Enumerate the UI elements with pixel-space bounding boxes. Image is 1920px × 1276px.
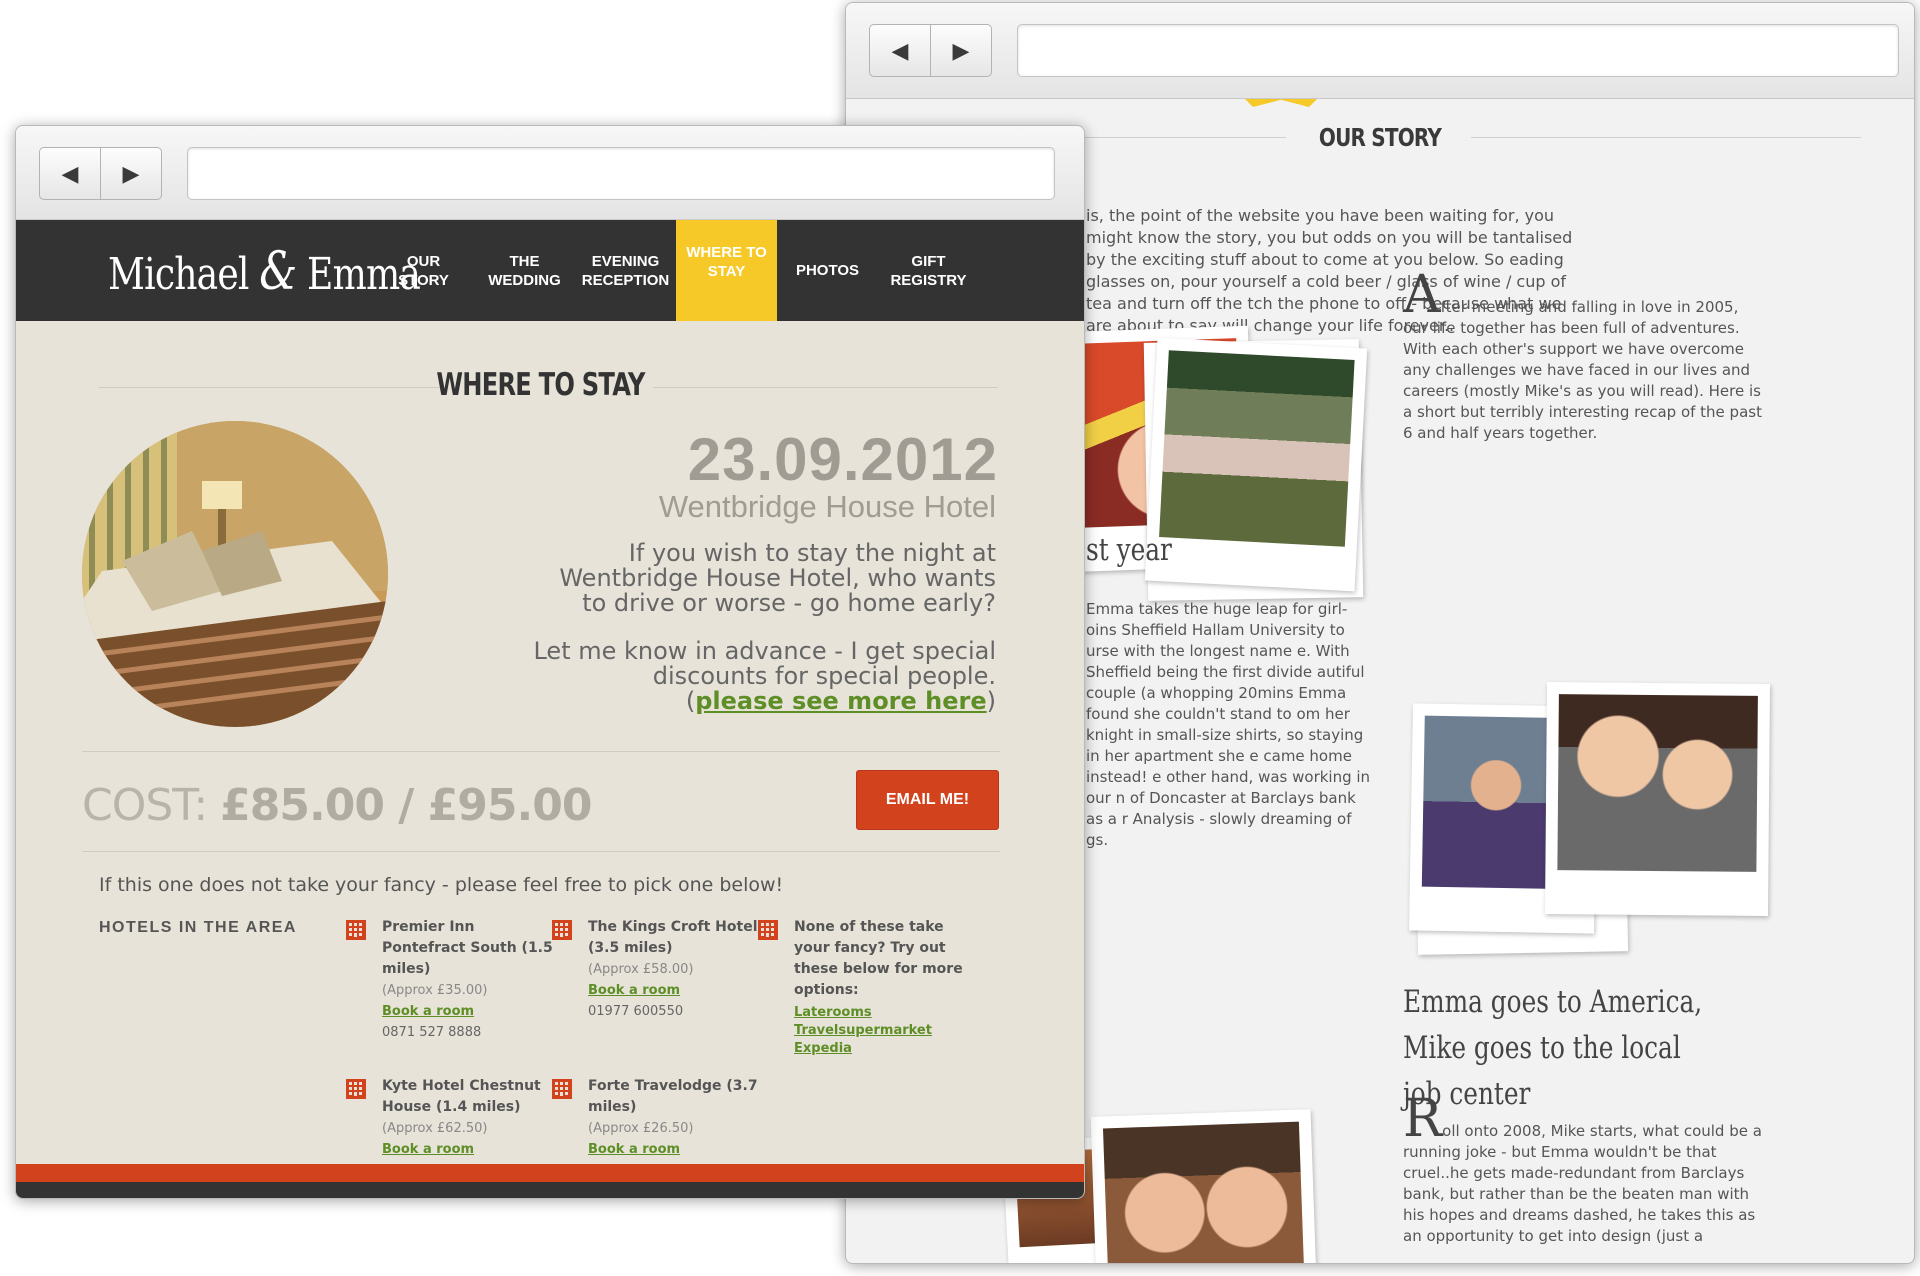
photo-image (1102, 1121, 1304, 1263)
browser-toolbar: ◀ ▶ (846, 3, 1914, 99)
hotel-building-icon (346, 920, 366, 940)
back-arrow-icon[interactable]: ◀ (40, 148, 101, 199)
discount-info-text: Let me know in advance - I get special d… (533, 637, 996, 715)
hotel-name: Forte Travelodge (3.7 miles) (588, 1078, 758, 1115)
hotel-room-photo (82, 421, 388, 727)
venue-name: Wentbridge House Hotel (658, 489, 996, 524)
address-bar[interactable] (187, 147, 1055, 200)
site-footer-bar (16, 1164, 1084, 1198)
nav-buttons: ◀ ▶ (869, 24, 992, 77)
address-bar[interactable] (1017, 24, 1899, 77)
stay-info-text: If you wish to stay the night at Wentbri… (559, 539, 996, 617)
nav-photos[interactable]: PHOTOS (777, 220, 878, 321)
book-room-link[interactable]: Book a room (588, 980, 758, 1001)
hotel-price: (Approx £35.00) (382, 983, 488, 998)
hotel-building-icon (758, 920, 778, 940)
hotel-listing: Forte Travelodge (3.7 miles) (Approx £26… (552, 1076, 758, 1160)
wedding-date: 23.09.2012 (687, 426, 998, 493)
nav-our-story[interactable]: OUR STORY (373, 220, 474, 321)
book-room-link[interactable]: Book a room (588, 1139, 758, 1160)
site-header: Michael & Emma OUR STORY THE WEDDING EVE… (16, 220, 1084, 342)
story-paragraph: After meeting and falling in love in 200… (1403, 265, 1762, 442)
book-room-link[interactable]: Book a room (382, 1001, 557, 1022)
photo-polaroid (1144, 337, 1368, 592)
email-me-button[interactable]: EMAIL ME! (856, 770, 999, 830)
story-paragraph: Roll onto 2008, Mike starts, what could … (1403, 1089, 1762, 1245)
cost-text: COST: £85.00 / £95.00 (82, 780, 592, 831)
back-arrow-icon[interactable]: ◀ (870, 25, 931, 76)
hotel-building-icon (552, 1079, 572, 1099)
expedia-link[interactable]: Expedia (794, 1040, 964, 1058)
hotel-phone: 01977 600550 (588, 1004, 684, 1019)
browser-toolbar: ◀ ▶ (16, 126, 1084, 220)
photo-image (1557, 694, 1758, 872)
hotel-building-icon (552, 920, 572, 940)
hotels-heading: HOTELS IN THE AREA (99, 919, 297, 936)
hotel-price: (Approx £26.50) (588, 1121, 694, 1136)
alternatives-intro: If this one does not take your fancy - p… (99, 874, 784, 896)
hotel-price: (Approx £58.00) (588, 962, 694, 977)
hotel-name: Premier Inn Pontefract South (1.5 miles) (382, 919, 553, 977)
forward-arrow-icon[interactable]: ▶ (101, 148, 161, 199)
travelsupermarket-link[interactable]: Travelsupermarket (794, 1022, 964, 1040)
hotel-name: Kyte Hotel Chestnut House (1.4 miles) (382, 1078, 541, 1115)
see-more-link[interactable]: please see more here (695, 687, 986, 715)
hotel-listing: Kyte Hotel Chestnut House (1.4 miles) (A… (346, 1076, 557, 1160)
front-browser-window: ◀ ▶ Michael & Emma OUR STORY THE WEDDING… (15, 125, 1085, 1199)
nav-evening-reception[interactable]: EVENING RECEPTION (575, 220, 676, 321)
forward-arrow-icon[interactable]: ▶ (931, 25, 991, 76)
hotel-listing: Premier Inn Pontefract South (1.5 miles)… (346, 917, 557, 1043)
page-title: WHERE TO STAY (435, 367, 645, 403)
hotel-phone: 0871 527 8888 (382, 1025, 482, 1040)
ribbon-tip (1241, 99, 1321, 107)
divider (82, 851, 1000, 852)
book-room-link[interactable]: Book a room (382, 1139, 557, 1160)
bedroom-image (82, 421, 388, 727)
hotel-name: The Kings Croft Hotel (3.5 miles) (588, 919, 758, 956)
nav-buttons: ◀ ▶ (39, 147, 162, 200)
story-paragraph: Emma takes the huge leap for girl- oins … (1086, 600, 1371, 849)
nav-the-wedding[interactable]: THE WEDDING (474, 220, 575, 321)
hotel-listing: The Kings Croft Hotel (3.5 miles) (Appro… (552, 917, 758, 1022)
other-options-text: None of these take your fancy? Try out t… (794, 919, 963, 998)
section-heading: Emma goes to America, Mike goes to the l… (1403, 984, 1703, 1112)
photo-polaroid (1544, 682, 1771, 916)
photo-polaroid (1090, 1109, 1318, 1263)
where-to-stay-page: WHERE TO STAY 23.09.2012 Wentbridge Hous… (16, 321, 1084, 1198)
main-nav: OUR STORY THE WEDDING EVENING RECEPTION … (373, 220, 979, 342)
section-heading: st year (1086, 532, 1172, 568)
hotel-price: (Approx £62.50) (382, 1121, 488, 1136)
laterooms-link[interactable]: Laterooms (794, 1004, 964, 1022)
nav-gift-registry[interactable]: GIFT REGISTRY (878, 220, 979, 321)
photo-image (1159, 350, 1355, 547)
hotel-building-icon (346, 1079, 366, 1099)
divider (82, 751, 1000, 752)
other-options: None of these take your fancy? Try out t… (758, 917, 964, 1058)
